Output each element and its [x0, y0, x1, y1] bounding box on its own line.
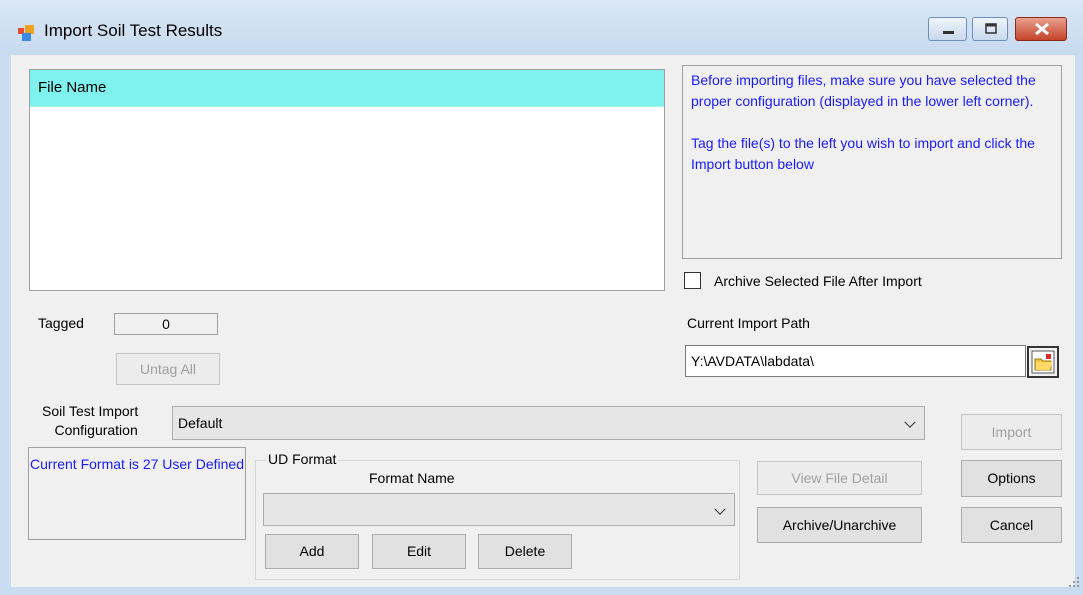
instructions-paragraph-1: Before importing files, make sure you ha… [691, 72, 1036, 109]
resize-grip-icon[interactable] [1068, 576, 1080, 588]
untag-all-button[interactable]: Untag All [116, 353, 220, 385]
instructions-box: Before importing files, make sure you ha… [682, 65, 1062, 259]
app-icon [18, 25, 34, 41]
options-label: Options [987, 470, 1036, 486]
minimize-icon [943, 31, 954, 34]
close-button[interactable] [1015, 17, 1067, 41]
import-path-label: Current Import Path [687, 315, 810, 331]
file-name-header-label: File Name [38, 79, 107, 96]
maximize-button[interactable] [972, 17, 1008, 41]
browse-folder-button[interactable] [1027, 346, 1059, 378]
tagged-label: Tagged [38, 315, 84, 331]
config-label: Soil Test Import Configuration [42, 402, 138, 440]
import-button[interactable]: Import [961, 414, 1062, 450]
tagged-count: 0 [114, 313, 218, 335]
format-name-select[interactable] [263, 493, 735, 526]
file-list[interactable]: File Name [29, 69, 665, 291]
archive-unarchive-button[interactable]: Archive/Unarchive [757, 507, 922, 543]
config-select[interactable]: Default [172, 406, 925, 440]
chevron-down-icon [904, 416, 916, 428]
config-label-line1: Soil Test Import [42, 403, 139, 419]
view-file-detail-label: View File Detail [791, 470, 888, 486]
untag-all-label: Untag All [139, 361, 197, 377]
import-path-input[interactable]: Y:\AVDATA\labdata\ [685, 345, 1026, 377]
tagged-count-value: 0 [162, 316, 170, 332]
import-path-value: Y:\AVDATA\labdata\ [691, 353, 814, 369]
current-format-box: Current Format is 27 User Defined [28, 447, 246, 540]
window-title: Import Soil Test Results [44, 21, 223, 40]
chevron-down-icon [714, 503, 726, 515]
options-button[interactable]: Options [961, 460, 1062, 497]
config-select-value: Default [178, 415, 223, 431]
title-bar[interactable]: Import Soil Test Results [0, 0, 1083, 55]
import-label: Import [991, 424, 1032, 440]
ud-format-group-label: UD Format [266, 451, 339, 467]
delete-label: Delete [504, 543, 546, 559]
add-label: Add [299, 543, 325, 559]
archive-after-import-checkbox[interactable] [684, 272, 701, 289]
current-format-text: Current Format is 27 User Defined [30, 456, 244, 472]
edit-label: Edit [406, 543, 432, 559]
archive-after-import-label: Archive Selected File After Import [714, 273, 922, 289]
view-file-detail-button[interactable]: View File Detail [757, 461, 922, 495]
edit-button[interactable]: Edit [372, 534, 466, 569]
maximize-icon [985, 23, 997, 34]
cancel-button[interactable]: Cancel [961, 507, 1062, 543]
delete-button[interactable]: Delete [478, 534, 572, 569]
minimize-button[interactable] [928, 17, 967, 41]
archive-unarchive-label: Archive/Unarchive [782, 517, 897, 533]
window-frame: Import Soil Test Results File Name Befor… [0, 0, 1083, 595]
format-name-label: Format Name [369, 470, 455, 486]
close-icon [1035, 22, 1049, 36]
add-button[interactable]: Add [265, 534, 359, 569]
folder-icon [1031, 350, 1055, 374]
file-name-column-header[interactable]: File Name [30, 70, 664, 107]
cancel-label: Cancel [989, 517, 1034, 533]
config-label-line2: Configuration [54, 422, 138, 438]
instructions-paragraph-2: Tag the file(s) to the left you wish to … [691, 135, 1035, 172]
